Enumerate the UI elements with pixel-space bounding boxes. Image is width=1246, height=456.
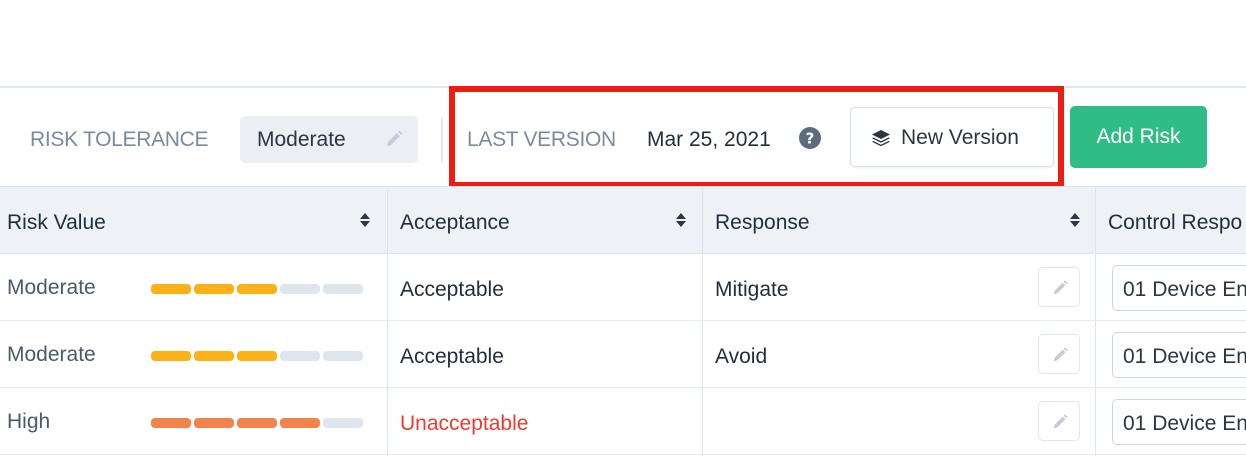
response-text: Avoid bbox=[715, 345, 768, 368]
column-header-risk-value[interactable]: Risk Value bbox=[0, 187, 387, 253]
last-version-date: Mar 25, 2021 bbox=[647, 128, 771, 151]
risk-level-segment bbox=[237, 418, 277, 428]
edit-response-button[interactable] bbox=[1038, 267, 1080, 307]
toolbar-divider bbox=[441, 118, 443, 162]
table-header: Risk Value Acceptance Response Control R… bbox=[0, 186, 1246, 254]
risk-level-segment bbox=[194, 284, 234, 294]
pencil-icon bbox=[1053, 280, 1068, 295]
add-risk-button[interactable]: Add Risk bbox=[1070, 106, 1207, 168]
column-header-control-response[interactable]: Control Respo bbox=[1096, 187, 1246, 253]
risk-level-segment bbox=[280, 418, 320, 428]
risk-level-bars bbox=[151, 284, 365, 294]
table-row: Moderate Acceptable Mitigate 01 Device E… bbox=[0, 254, 1246, 321]
question-circle-icon[interactable]: ? bbox=[798, 126, 822, 155]
edit-response-button[interactable] bbox=[1038, 401, 1080, 441]
risk-level-segment bbox=[280, 351, 320, 361]
response-text: Mitigate bbox=[715, 278, 789, 301]
table-row: Moderate Acceptable Avoid 01 Device En bbox=[0, 321, 1246, 388]
risk-level-segment bbox=[151, 284, 191, 294]
new-version-button[interactable]: New Version bbox=[850, 107, 1054, 167]
acceptance-text: Acceptable bbox=[400, 278, 504, 301]
risk-value-text: Moderate bbox=[7, 276, 96, 299]
sort-icon[interactable] bbox=[675, 211, 687, 234]
last-version-label: LAST VERSION bbox=[467, 128, 616, 151]
risk-tolerance-value: Moderate bbox=[257, 128, 346, 151]
control-response-select[interactable]: 01 Device En bbox=[1112, 399, 1246, 445]
sort-icon[interactable] bbox=[1069, 211, 1081, 234]
sort-icon[interactable] bbox=[359, 211, 371, 234]
layers-icon bbox=[871, 128, 891, 153]
control-response-value: 01 Device En bbox=[1123, 278, 1246, 301]
control-response-value: 01 Device En bbox=[1123, 412, 1246, 435]
risk-level-segment bbox=[237, 284, 277, 294]
risk-tolerance-label: RISK TOLERANCE bbox=[30, 128, 209, 151]
risk-value-text: Moderate bbox=[7, 343, 96, 366]
pencil-icon[interactable] bbox=[384, 129, 404, 154]
column-header-response[interactable]: Response bbox=[703, 187, 1095, 253]
table-row: High Unacceptable 01 Device En bbox=[0, 388, 1246, 455]
control-response-value: 01 Device En bbox=[1123, 345, 1246, 368]
control-response-select[interactable]: 01 Device En bbox=[1112, 265, 1246, 311]
risk-level-segment bbox=[151, 351, 191, 361]
new-version-label: New Version bbox=[901, 126, 1019, 149]
column-label: Response bbox=[715, 211, 810, 234]
column-label: Control Respo bbox=[1108, 211, 1243, 234]
risk-tolerance-selector[interactable]: Moderate bbox=[240, 116, 418, 163]
risk-level-segment bbox=[323, 351, 363, 361]
column-label: Acceptance bbox=[400, 211, 510, 234]
risk-level-segment bbox=[237, 351, 277, 361]
edit-response-button[interactable] bbox=[1038, 334, 1080, 374]
risk-level-bars bbox=[151, 351, 365, 361]
pencil-icon bbox=[1053, 347, 1068, 362]
risk-value-text: High bbox=[7, 410, 51, 433]
control-response-select[interactable]: 01 Device En bbox=[1112, 332, 1246, 378]
risk-level-segment bbox=[323, 418, 363, 428]
risk-level-bars bbox=[151, 418, 365, 428]
risk-level-segment bbox=[194, 418, 234, 428]
svg-text:?: ? bbox=[806, 130, 815, 148]
column-label: Risk Value bbox=[7, 211, 106, 234]
risk-level-segment bbox=[151, 418, 191, 428]
risk-level-segment bbox=[280, 284, 320, 294]
pencil-icon bbox=[1053, 414, 1068, 429]
risk-toolbar: RISK TOLERANCE Moderate LAST VERSION Mar… bbox=[0, 88, 1246, 186]
acceptance-text: Acceptable bbox=[400, 345, 504, 368]
risk-level-segment bbox=[194, 351, 234, 361]
risk-level-segment bbox=[323, 284, 363, 294]
acceptance-text: Unacceptable bbox=[400, 412, 529, 435]
column-header-acceptance[interactable]: Acceptance bbox=[388, 187, 702, 253]
